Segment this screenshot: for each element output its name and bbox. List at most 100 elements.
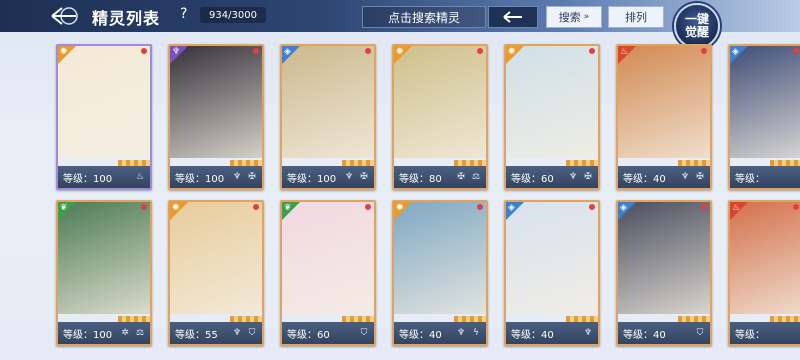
spirit-card[interactable]: ♨ 等级： xyxy=(728,200,800,346)
spirit-portrait xyxy=(58,46,150,158)
level-label: 等级：100 xyxy=(63,329,113,341)
spirit-portrait xyxy=(506,202,598,314)
skill-icons: ♨ xyxy=(134,171,146,183)
spirit-portrait xyxy=(282,46,374,158)
notification-dot xyxy=(701,48,707,54)
card-info-bar: 等级：80 ✠ ⚖ xyxy=(394,166,486,188)
card-info-bar: 等级： xyxy=(730,322,800,344)
level-label: 等级： xyxy=(735,173,765,185)
shield-icon: ⛉ xyxy=(248,328,256,338)
spirit-portrait xyxy=(506,46,598,158)
spirit-portrait xyxy=(58,202,150,314)
spirit-card[interactable]: ✺ 等级：100 ♨ xyxy=(56,44,152,190)
shield-icon: ⛉ xyxy=(696,328,704,338)
shield-icon: ⛉ xyxy=(360,328,368,338)
trident-icon: ♆ xyxy=(456,328,466,338)
level-label: 等级：40 xyxy=(399,329,442,341)
cross-icon: ✠ xyxy=(584,172,592,182)
level-label: 等级：100 xyxy=(175,173,225,185)
level-label: 等级：100 xyxy=(63,173,113,185)
card-info-bar: 等级：100 ♆ ✠ xyxy=(282,166,374,188)
notification-dot xyxy=(701,204,707,210)
spirit-portrait xyxy=(730,202,800,314)
notification-dot xyxy=(793,48,799,54)
spirit-portrait xyxy=(730,46,800,158)
skill-icons: ♆ ⛉ xyxy=(231,327,258,339)
notification-dot xyxy=(365,48,371,54)
spirit-card[interactable]: ◈ 等级： xyxy=(728,44,800,190)
skill-icons: ♆ xyxy=(582,327,594,339)
skill-icons: ⛉ xyxy=(358,327,370,339)
spirit-grid: ✺ 等级：100 ♨ ♆ 等级：100 ♆ ✠ ◈ 等级：100 ♆ ✠ ✺ 等级：80 ✠ ⚖ ✺ 等级：60… xyxy=(0,0,800,360)
notification-dot xyxy=(253,204,259,210)
spirit-portrait xyxy=(394,202,486,314)
level-label: 等级： xyxy=(735,329,765,341)
skill-icons: ⛉ xyxy=(694,327,706,339)
card-info-bar: 等级：60 ♆ ✠ xyxy=(506,166,598,188)
card-info-bar: 等级： xyxy=(730,166,800,188)
spirit-portrait xyxy=(618,46,710,158)
cross-icon: ✠ xyxy=(360,172,368,182)
spirit-card[interactable]: ♨ 等级：40 ♆ ✠ xyxy=(616,44,712,190)
level-label: 等级：60 xyxy=(511,173,554,185)
card-info-bar: 等级：100 ♆ ✠ xyxy=(170,166,262,188)
card-info-bar: 等级：55 ♆ ⛉ xyxy=(170,322,262,344)
trident-icon: ♆ xyxy=(232,172,242,182)
tea-icon: ♨ xyxy=(135,172,145,182)
level-label: 等级：40 xyxy=(511,329,554,341)
skill-icons: ✠ ⚖ xyxy=(455,171,482,183)
scale-icon: ⚖ xyxy=(471,172,481,182)
spirit-card[interactable]: ✺ 等级：40 ♆ ϟ xyxy=(392,200,488,346)
skill-icons: ♆ ✠ xyxy=(343,171,370,183)
skill-icons: ✲ ⚖ xyxy=(119,327,146,339)
spirit-portrait xyxy=(282,202,374,314)
spirit-portrait xyxy=(394,46,486,158)
spirit-portrait xyxy=(170,202,262,314)
trident-icon: ♆ xyxy=(568,172,578,182)
spirit-card[interactable]: ❦ 等级：60 ⛉ xyxy=(280,200,376,346)
spirit-card[interactable]: ◈ 等级：40 ⛉ xyxy=(616,200,712,346)
spirit-card[interactable]: ◈ 等级：40 ♆ xyxy=(504,200,600,346)
bolt-icon: ϟ xyxy=(473,328,479,338)
spirit-card[interactable]: ✺ 等级：60 ♆ ✠ xyxy=(504,44,600,190)
trident-icon: ♆ xyxy=(344,172,354,182)
cross-icon: ✠ xyxy=(457,172,465,182)
spirit-card[interactable]: ◈ 等级：100 ♆ ✠ xyxy=(280,44,376,190)
level-label: 等级：40 xyxy=(623,173,666,185)
card-info-bar: 等级：60 ⛉ xyxy=(282,322,374,344)
card-info-bar: 等级：40 ♆ xyxy=(506,322,598,344)
notification-dot xyxy=(477,204,483,210)
spirit-portrait xyxy=(618,202,710,314)
spirit-card[interactable]: ✺ 等级：55 ♆ ⛉ xyxy=(168,200,264,346)
trident-icon: ♆ xyxy=(232,328,242,338)
notification-dot xyxy=(589,204,595,210)
cross-icon: ✠ xyxy=(696,172,704,182)
card-info-bar: 等级：40 ♆ ϟ xyxy=(394,322,486,344)
spirit-card[interactable]: ❦ 等级：100 ✲ ⚖ xyxy=(56,200,152,346)
card-info-bar: 等级：100 ✲ ⚖ xyxy=(58,322,150,344)
spirit-portrait xyxy=(170,46,262,158)
trident-icon: ♆ xyxy=(583,328,593,338)
card-info-bar: 等级：40 ♆ ✠ xyxy=(618,166,710,188)
skill-icons: ♆ ϟ xyxy=(455,327,482,339)
skill-icons: ♆ ✠ xyxy=(679,171,706,183)
scale-icon: ⚖ xyxy=(135,328,145,338)
notification-dot xyxy=(365,204,371,210)
notification-dot xyxy=(477,48,483,54)
star-icon: ✲ xyxy=(121,328,129,338)
trident-icon: ♆ xyxy=(680,172,690,182)
notification-dot xyxy=(793,204,799,210)
skill-icons: ♆ ✠ xyxy=(567,171,594,183)
notification-dot xyxy=(589,48,595,54)
card-info-bar: 等级：100 ♨ xyxy=(58,166,150,188)
level-label: 等级：80 xyxy=(399,173,442,185)
level-label: 等级：55 xyxy=(175,329,218,341)
notification-dot xyxy=(141,204,147,210)
spirit-card[interactable]: ✺ 等级：80 ✠ ⚖ xyxy=(392,44,488,190)
spirit-card[interactable]: ♆ 等级：100 ♆ ✠ xyxy=(168,44,264,190)
notification-dot xyxy=(253,48,259,54)
level-label: 等级：60 xyxy=(287,329,330,341)
card-info-bar: 等级：40 ⛉ xyxy=(618,322,710,344)
cross-icon: ✠ xyxy=(248,172,256,182)
level-label: 等级：100 xyxy=(287,173,337,185)
